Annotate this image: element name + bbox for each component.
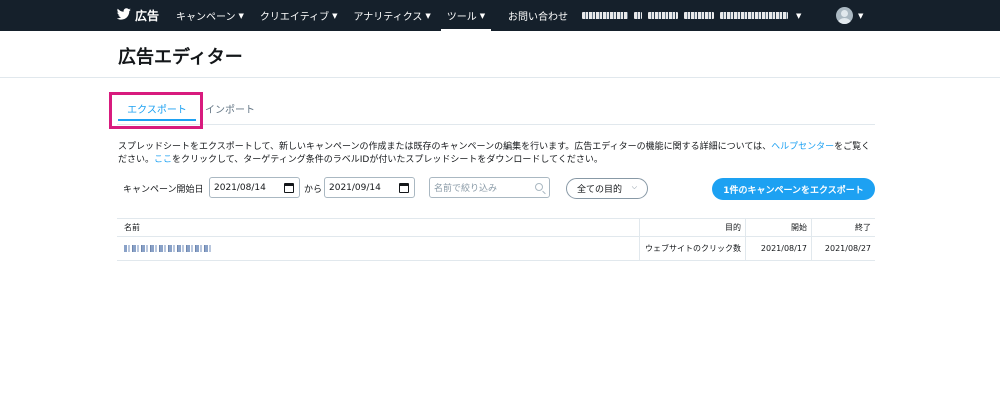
brand-label: 広告 <box>135 9 160 23</box>
redacted-account-name <box>634 12 642 19</box>
redacted-account-name <box>648 12 678 19</box>
description-part3: をクリックして、ターゲティング条件のラベルIDが付いたスプレッドシートをダウンロ… <box>172 155 603 165</box>
top-nav: 広告 キャンペーン ▼ クリエイティブ ▼ アナリティクス ▼ ツール ▼ お問… <box>0 0 1000 31</box>
nav-tools[interactable]: ツール ▼ <box>440 0 492 31</box>
nav-analytics-label: アナリティクス <box>353 12 423 23</box>
header-name[interactable]: 名前 <box>124 219 634 236</box>
header-objective[interactable]: 目的 <box>639 219 745 236</box>
campaign-table: 名前 目的 開始 終了 ウェブサイトのクリック数 2021/08/17 2021… <box>117 218 875 261</box>
redacted-account-name <box>720 12 788 19</box>
header-divider <box>0 77 1000 78</box>
redacted-account-name <box>582 12 628 19</box>
objective-select-value: 全ての目的 <box>577 185 623 195</box>
objective-select[interactable]: 全ての目的 ⌵ <box>566 178 648 199</box>
name-filter-placeholder: 名前で絞り込み <box>434 184 498 194</box>
nav-right: お問い合わせ ▼ <box>508 0 801 31</box>
objective-cell: ウェブサイトのクリック数 <box>639 237 745 260</box>
account-switcher[interactable]: ▼ <box>582 0 801 31</box>
nav-analytics[interactable]: アナリティクス ▼ <box>351 0 434 31</box>
start-date-cell: 2021/08/17 <box>745 237 811 260</box>
brand-logo[interactable]: 広告 <box>116 7 160 24</box>
help-center-link[interactable]: ヘルプセンター <box>771 142 834 152</box>
filter-bar: キャンペーン開始日 2021/08/14 から 2021/09/14 名前で絞り… <box>123 177 883 200</box>
chevron-down-icon: ▼ <box>858 11 864 20</box>
twitter-bird-icon <box>116 8 135 23</box>
redacted-account-name <box>684 12 714 19</box>
export-campaigns-button[interactable]: 1件のキャンペーンをエクスポート <box>712 178 875 200</box>
chevron-down-icon: ▼ <box>425 11 431 20</box>
nav-creatives[interactable]: クリエイティブ ▼ <box>257 0 341 31</box>
start-date-label: キャンペーン開始日 <box>123 185 204 195</box>
end-date-input[interactable]: 2021/09/14 <box>324 177 415 198</box>
name-filter-input[interactable]: 名前で絞り込み <box>429 177 550 198</box>
redacted-campaign-name <box>124 245 212 252</box>
header-end[interactable]: 終了 <box>811 219 875 236</box>
calendar-icon[interactable] <box>399 183 409 193</box>
table-row[interactable]: ウェブサイトのクリック数 2021/08/17 2021/08/27 <box>117 237 875 261</box>
start-date-value: 2021/08/14 <box>214 182 266 193</box>
chevron-down-icon: ⌵ <box>631 183 637 191</box>
nav-campaigns-label: キャンペーン <box>176 12 236 23</box>
avatar <box>836 7 853 24</box>
contact-link[interactable]: お問い合わせ <box>508 8 568 23</box>
user-menu[interactable]: ▼ <box>836 0 863 31</box>
tab-import[interactable]: インポート <box>205 92 255 124</box>
chevron-down-icon: ▼ <box>479 11 486 20</box>
nav-tools-label: ツール <box>446 12 477 23</box>
tab-export[interactable]: エクスポート <box>118 92 196 124</box>
date-range-separator: から <box>304 185 323 195</box>
calendar-icon[interactable] <box>284 183 294 193</box>
page-title: 広告エディター <box>118 47 243 68</box>
chevron-down-icon: ▼ <box>238 11 244 20</box>
start-date-input[interactable]: 2021/08/14 <box>209 177 300 198</box>
header-start[interactable]: 開始 <box>745 219 811 236</box>
here-link[interactable]: ここ <box>154 155 172 165</box>
description-text: スプレッドシートをエクスポートして、新しいキャンペーンの作成または既存のキャンペ… <box>118 141 878 167</box>
tab-bar: エクスポート インポート <box>117 92 875 125</box>
nav-creatives-label: クリエイティブ <box>259 12 330 23</box>
end-date-cell: 2021/08/27 <box>811 237 875 260</box>
chevron-down-icon: ▼ <box>796 11 802 20</box>
nav-left: 広告 キャンペーン ▼ クリエイティブ ▼ アナリティクス ▼ ツール ▼ <box>116 0 498 31</box>
chevron-down-icon: ▼ <box>332 11 338 20</box>
nav-campaigns[interactable]: キャンペーン ▼ <box>173 0 247 31</box>
end-date-value: 2021/09/14 <box>329 182 381 193</box>
campaign-name-cell <box>124 237 634 260</box>
description-part1: スプレッドシートをエクスポートして、新しいキャンペーンの作成または既存のキャンペ… <box>118 142 772 152</box>
search-icon <box>535 183 543 191</box>
table-header: 名前 目的 開始 終了 <box>117 218 875 237</box>
